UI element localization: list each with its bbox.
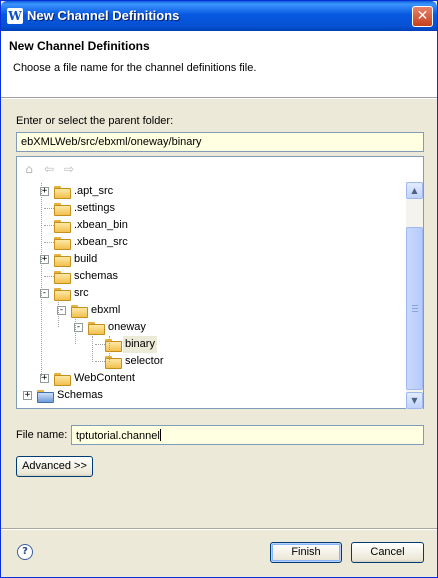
page-title: New Channel Definitions [9, 39, 150, 53]
folder-icon [105, 339, 122, 352]
tree-node[interactable]: + build [17, 251, 402, 268]
parent-folder-input[interactable]: ebXMLWeb/src/ebxml/oneway/binary [16, 132, 424, 152]
tree-node[interactable]: - src [17, 285, 402, 302]
tree-connector [95, 361, 105, 362]
tree-node-label: WebContent [74, 372, 135, 384]
tree-connector [95, 344, 105, 345]
tree-node-label: ebxml [91, 304, 121, 316]
tree-node[interactable]: .xbean_bin [17, 217, 402, 234]
tree-node[interactable]: + Schemas [17, 387, 402, 404]
tree-node-label: oneway [108, 321, 146, 333]
tree-guide-line [92, 336, 93, 362]
tree-scrollbar[interactable]: ▲ ▼ [406, 182, 423, 409]
folder-icon [54, 373, 71, 386]
tree-node[interactable]: + WebContent [17, 370, 402, 387]
tree-guide-line [109, 336, 110, 362]
page-description: Choose a file name for the channel defin… [13, 62, 257, 74]
tree-node[interactable]: .xbean_src [17, 234, 402, 251]
scroll-down-button[interactable]: ▼ [406, 392, 423, 409]
forward-icon[interactable]: ⇨ [61, 161, 77, 177]
header-divider [1, 98, 437, 99]
scroll-up-button[interactable]: ▲ [406, 182, 423, 199]
folder-icon [54, 203, 71, 216]
file-name-input[interactable]: tptutorial.channel [71, 425, 424, 445]
tree-node-label: binary [123, 336, 157, 353]
tree-node-label: src [74, 287, 89, 299]
file-name-label: File name: [16, 429, 68, 441]
folder-icon [54, 186, 71, 199]
close-button[interactable]: ✕ [412, 6, 433, 27]
back-icon[interactable]: ⇦ [41, 161, 57, 177]
tree-node[interactable]: .settings [17, 200, 402, 217]
text-caret [159, 429, 161, 441]
folder-icon [88, 322, 105, 335]
tree-node-label: Schemas [57, 389, 103, 401]
title-bar[interactable]: W New Channel Definitions ✕ [1, 1, 437, 31]
home-icon[interactable]: ⌂ [21, 161, 37, 177]
tree-guide-line [75, 319, 76, 344]
tree-connector [44, 276, 54, 277]
tree-node-label: schemas [74, 270, 119, 282]
tree-node-label: build [74, 253, 98, 265]
folder-icon [54, 254, 71, 267]
tree-node[interactable]: schemas [17, 268, 402, 285]
tree-node[interactable]: + .apt_src [17, 183, 402, 200]
cancel-button[interactable]: Cancel [351, 542, 424, 563]
help-icon[interactable]: ? [17, 544, 33, 560]
tree-guide-line [41, 183, 42, 378]
tree-connector [44, 242, 54, 243]
folder-tree[interactable]: ⌂ ⇦ ⇨ + .apt_src .settings .xbean_bin .xbean… [16, 156, 424, 409]
tree-node-label: .settings [74, 202, 115, 214]
tree-node[interactable]: - ebxml [17, 302, 402, 319]
tree-node-label: .xbean_src [74, 236, 128, 248]
tree-node-label: .apt_src [74, 185, 114, 197]
tree-connector [44, 208, 54, 209]
tree-connector [44, 225, 54, 226]
advanced-button[interactable]: Advanced >> [16, 456, 93, 477]
finish-button[interactable]: Finish [270, 542, 342, 563]
footer-divider-highlight [1, 529, 437, 530]
tree-guide-line [58, 302, 59, 327]
folder-icon [105, 356, 122, 369]
tree-node-label: selector [125, 355, 164, 367]
tree-node[interactable]: selector [17, 353, 402, 370]
tree-node-label: .xbean_bin [74, 219, 128, 231]
folder-icon [54, 237, 71, 250]
project-folder-icon [37, 390, 54, 403]
expand-icon[interactable]: + [23, 391, 32, 400]
file-name-value: tptutorial.channel [76, 430, 160, 442]
folder-icon [54, 271, 71, 284]
parent-folder-label: Enter or select the parent folder: [16, 115, 174, 127]
dialog-window: W New Channel Definitions ✕ New Channel … [0, 0, 438, 578]
scroll-thumb[interactable] [406, 227, 423, 390]
wizard-header: New Channel Definitions Choose a file na… [1, 31, 437, 98]
folder-icon [71, 305, 88, 318]
scroll-grip-icon [412, 305, 418, 312]
window-title: New Channel Definitions [27, 8, 180, 23]
folder-icon [54, 220, 71, 233]
folder-icon [54, 288, 71, 301]
app-icon: W [7, 8, 23, 24]
